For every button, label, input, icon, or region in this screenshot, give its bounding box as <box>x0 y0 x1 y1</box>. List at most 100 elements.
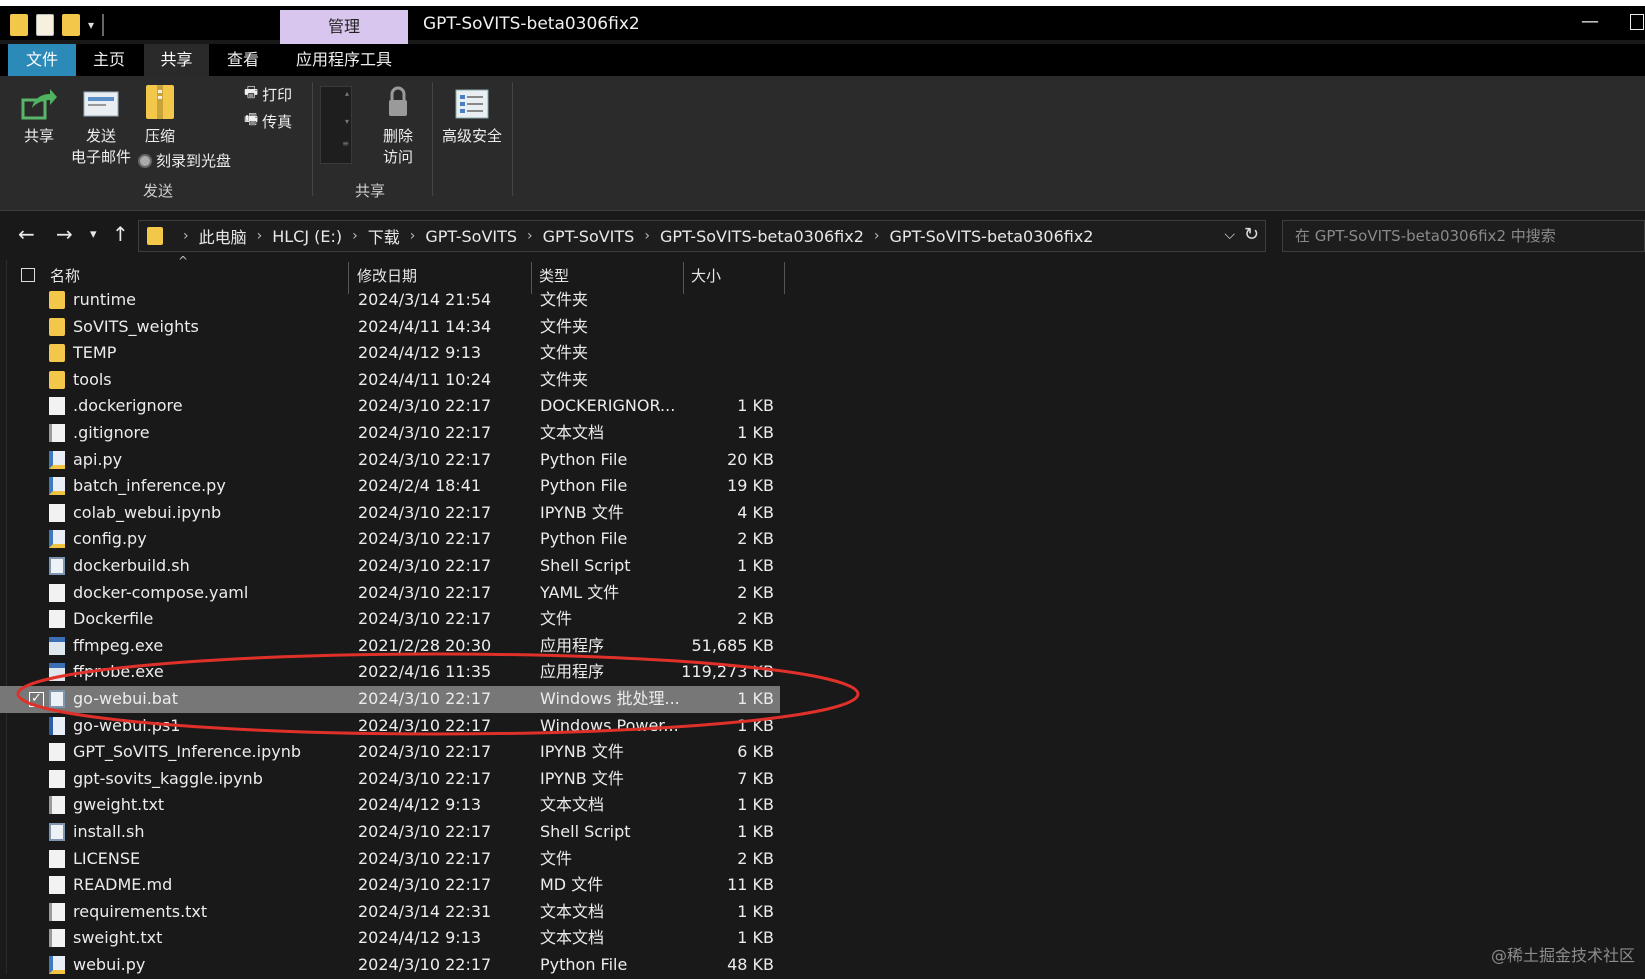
file-type: Python File <box>540 529 628 549</box>
chevron-right-icon[interactable]: › <box>410 228 416 244</box>
recent-locations-icon[interactable]: ▾ <box>90 227 97 242</box>
file-row[interactable]: install.sh 2024/3/10 22:17 Shell Script 1 K… <box>0 819 780 846</box>
file-size: 1 KB <box>737 822 774 841</box>
file-row[interactable]: tools 2024/4/11 10:24 文件夹 <box>0 367 780 394</box>
file-name: LICENSE <box>73 848 141 868</box>
maximize-button[interactable] <box>1630 14 1644 30</box>
scroll-up-icon[interactable]: ▴ <box>345 89 349 98</box>
chevron-right-icon[interactable]: › <box>527 228 533 244</box>
file-type: 文本文档 <box>540 901 605 921</box>
file-row[interactable]: Dockerfile 2024/3/10 22:17 文件 2 KB <box>0 606 780 633</box>
tab-view[interactable]: 查看 <box>212 44 274 76</box>
file-row[interactable]: config.py 2024/3/10 22:17 Python File 2 KB <box>0 526 780 553</box>
file-type: Python File <box>540 476 628 496</box>
file-row[interactable]: GPT_SoVITS_Inference.ipynb 2024/3/10 22:1… <box>0 739 780 766</box>
minimize-button[interactable]: — <box>1570 8 1610 36</box>
zip-button[interactable]: 压缩 <box>138 82 182 147</box>
doc-file-icon <box>49 503 65 522</box>
tab-home[interactable]: 主页 <box>78 44 140 76</box>
breadcrumb-item[interactable]: GPT-SoVITS <box>543 227 635 246</box>
email-icon <box>83 91 119 117</box>
select-all-checkbox[interactable] <box>21 268 35 282</box>
file-row[interactable]: colab_webui.ipynb 2024/3/10 22:17 IPYNB 文件… <box>0 500 780 527</box>
breadcrumb-item[interactable]: GPT-SoVITS <box>425 227 517 246</box>
breadcrumb-item[interactable]: HLCJ (E:) <box>272 227 342 246</box>
folder-icon[interactable] <box>10 14 28 36</box>
breadcrumb-item[interactable]: GPT-SoVITS-beta0306fix2 <box>890 227 1094 246</box>
file-name: tools <box>73 369 112 389</box>
advanced-security-button[interactable]: 高级安全 <box>436 86 508 147</box>
file-date: 2024/3/10 22:17 <box>358 423 492 442</box>
column-header-type[interactable]: 类型 <box>539 260 679 290</box>
column-header-date[interactable]: 修改日期 <box>357 260 527 290</box>
file-row[interactable]: api.py 2024/3/10 22:17 Python File 20 KB <box>0 447 780 474</box>
address-bar[interactable]: › 此电脑 › HLCJ (E:) › 下载 › GPT-SoVITS › GP… <box>138 220 1266 252</box>
sh-file-icon <box>49 557 65 575</box>
column-divider[interactable] <box>784 262 785 294</box>
send-email-button[interactable]: 发送 电子邮件 <box>66 86 136 168</box>
file-row[interactable]: docker-compose.yaml 2024/3/10 22:17 YAML 文… <box>0 580 780 607</box>
tab-app-tools[interactable]: 应用程序工具 <box>284 44 404 76</box>
chevron-down-icon[interactable]: ⌵ <box>1224 227 1235 243</box>
breadcrumb-item[interactable]: 下载 <box>368 224 400 248</box>
txt-file-icon <box>49 929 65 948</box>
file-date: 2024/3/10 22:17 <box>358 582 492 602</box>
remove-access-button[interactable]: 删除 访问 <box>372 84 424 168</box>
chevron-right-icon[interactable]: › <box>257 228 263 244</box>
file-row[interactable]: runtime 2024/3/14 21:54 文件夹 <box>0 287 780 314</box>
chevron-right-icon[interactable]: › <box>183 228 189 244</box>
file-row[interactable]: .gitignore 2024/3/10 22:17 文本文档 1 KB <box>0 420 780 447</box>
file-row[interactable]: requirements.txt 2024/3/14 22:31 文本文档 1 KB <box>0 899 780 926</box>
fax-button[interactable]: 🖷 传真 <box>244 109 292 134</box>
column-header-name[interactable]: 名称 <box>50 260 340 290</box>
file-row[interactable]: .dockerignore 2024/3/10 22:17 DOCKERIGNOR.… <box>0 393 780 420</box>
file-row[interactable]: LICENSE 2024/3/10 22:17 文件 2 KB <box>0 846 780 873</box>
folder-file-icon <box>49 344 65 363</box>
up-arrow-icon[interactable]: ↑ <box>112 222 129 246</box>
search-input[interactable]: 在 GPT-SoVITS-beta0306fix2 中搜索 <box>1282 220 1645 252</box>
quick-access-toolbar: ▾ <box>10 12 105 38</box>
scroll-down-icon[interactable]: ▾ <box>345 117 349 126</box>
watermark: @稀土掘金技术社区 <box>1490 946 1635 965</box>
forward-arrow-icon[interactable]: → <box>56 222 73 246</box>
file-row[interactable]: webui.py 2024/3/10 22:17 Python File 48 KB <box>0 952 780 979</box>
py-file-icon <box>49 450 65 469</box>
share-with-list[interactable]: ▴ ▾ ≡ <box>320 86 352 164</box>
breadcrumb-item[interactable]: 此电脑 <box>199 224 247 248</box>
file-row[interactable]: SoVITS_weights 2024/4/11 14:34 文件夹 <box>0 314 780 341</box>
file-date: 2024/3/10 22:17 <box>358 502 492 522</box>
new-folder-icon[interactable] <box>62 14 80 36</box>
file-type: Python File <box>540 955 628 974</box>
tab-file[interactable]: 文件 <box>8 44 76 76</box>
burn-to-disc-button[interactable]: 刻录到光盘 <box>138 150 231 171</box>
tab-share[interactable]: 共享 <box>144 44 209 76</box>
file-row[interactable]: dockerbuild.sh 2024/3/10 22:17 Shell Scrip… <box>0 553 780 580</box>
ribbon-divider <box>432 82 433 196</box>
breadcrumb-item[interactable]: GPT-SoVITS-beta0306fix2 <box>660 227 864 246</box>
file-row[interactable]: sweight.txt 2024/4/12 9:13 文本文档 1 KB <box>0 925 780 952</box>
file-size: 2 KB <box>737 848 774 868</box>
file-date: 2024/3/10 22:17 <box>358 556 492 575</box>
chevron-right-icon[interactable]: › <box>352 228 358 244</box>
folder-icon <box>147 227 163 245</box>
properties-icon[interactable] <box>36 14 54 36</box>
title-bar: ▾ 管理 GPT-SoVITS-beta0306fix2 — <box>0 0 1645 44</box>
file-row[interactable]: README.md 2024/3/10 22:17 MD 文件 11 KB <box>0 872 780 899</box>
customize-qat-icon[interactable]: ▾ <box>88 18 94 32</box>
file-type: DOCKERIGNOR... <box>540 396 676 416</box>
file-row[interactable]: gweight.txt 2024/4/12 9:13 文本文档 1 KB <box>0 792 780 819</box>
expand-icon[interactable]: ≡ <box>342 139 349 148</box>
chevron-right-icon[interactable]: › <box>644 228 650 244</box>
chevron-right-icon[interactable]: › <box>874 228 880 244</box>
file-date: 2024/4/12 9:13 <box>358 795 482 815</box>
file-row[interactable]: batch_inference.py 2024/2/4 18:41 Python F… <box>0 473 780 500</box>
share-button[interactable]: 共享 <box>14 86 64 147</box>
fax-icon: 🖷 <box>244 110 259 128</box>
back-arrow-icon[interactable]: ← <box>18 222 35 246</box>
print-button[interactable]: 🖶 打印 <box>244 82 292 107</box>
refresh-icon[interactable]: ↻ <box>1244 224 1259 245</box>
file-row[interactable]: gpt-sovits_kaggle.ipynb 2024/3/10 22:17 IP… <box>0 766 780 793</box>
column-header-size[interactable]: 大小 <box>691 260 781 290</box>
file-row[interactable]: TEMP 2024/4/12 9:13 文件夹 <box>0 340 780 367</box>
manage-context-tab[interactable]: 管理 <box>280 10 408 44</box>
